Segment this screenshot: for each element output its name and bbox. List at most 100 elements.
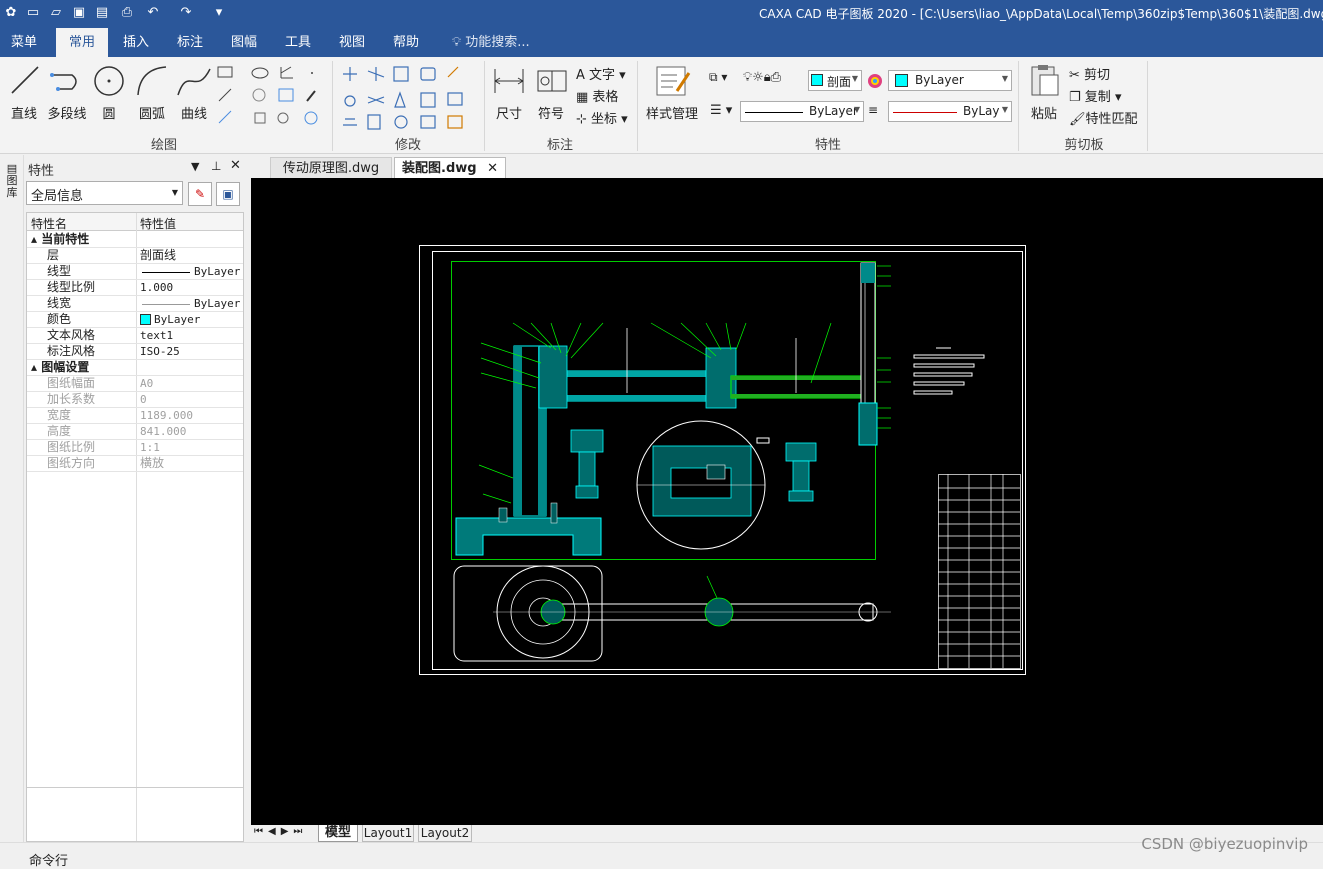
curve-label: 曲线	[180, 107, 207, 122]
description-divider	[27, 787, 243, 788]
tab-annotate[interactable]: 标注	[166, 28, 214, 57]
grid-header: 特性名 特性值	[27, 213, 243, 231]
scope-select[interactable]: 全局信息 ▼	[26, 181, 183, 205]
table-row: 图纸幅面 A0	[27, 376, 243, 392]
layer-state-icons: 💡︎☼🔒︎⎙	[743, 70, 782, 85]
table-row[interactable]: 标注风格 ISO-25	[27, 344, 243, 360]
table-row[interactable]: 线型比例 1.000	[27, 280, 243, 296]
property-name: 图纸方向	[47, 456, 96, 470]
modify-tools-icon[interactable]	[340, 63, 480, 133]
undo-icon[interactable]: ↶	[144, 4, 162, 22]
layout-tab-layout1[interactable]: Layout1	[362, 825, 414, 842]
app-logo-icon[interactable]: ✿	[2, 4, 20, 22]
table-row[interactable]: 文本风格 text1	[27, 328, 243, 344]
tab-sheet[interactable]: 图幅	[220, 28, 268, 57]
section-title: ▴ 图幅设置	[31, 360, 90, 374]
color-wheel-icon[interactable]	[866, 72, 884, 90]
copy-icon: ❐	[1069, 90, 1085, 105]
layer-manager-icon[interactable]: ⧉ ▾	[709, 70, 727, 85]
tab-common[interactable]: 常用	[56, 28, 108, 57]
side-strip: ▤ 图库	[0, 155, 24, 845]
lineweight-combo-value: ByLay	[963, 104, 1000, 118]
save-all-icon[interactable]: ▤	[93, 4, 111, 22]
properties-group-label: 特性	[814, 138, 841, 153]
layout-tab-layout2[interactable]: Layout2	[418, 825, 472, 842]
match-properties-button[interactable]: 🖌︎特性匹配	[1069, 108, 1138, 127]
close-icon[interactable]: ✕	[230, 158, 241, 173]
layout-nav-arrows-icon[interactable]: ⏮◀▶⏭	[254, 826, 307, 837]
layer-combo[interactable]: 剖面 ▼	[808, 70, 862, 91]
save-icon[interactable]: ▣	[70, 4, 88, 22]
lineweight-manager-icon[interactable]: ≡	[868, 103, 878, 117]
quick-select-icon[interactable]: ▣	[216, 182, 240, 206]
tab-menu[interactable]: 菜单	[0, 28, 48, 57]
section-title-sheet: 图幅设置	[41, 360, 90, 374]
property-value: text1	[140, 329, 174, 342]
curve-button[interactable]: 曲线	[174, 63, 214, 125]
redo-icon[interactable]: ↷	[177, 4, 195, 22]
dimension-button[interactable]: 尺寸	[490, 63, 528, 125]
doc-tab-transmission[interactable]: 传动原理图.dwg	[270, 157, 392, 179]
cut-button[interactable]: ✂ 剪切	[1069, 64, 1110, 83]
property-value: A0	[140, 377, 154, 390]
copy-label: 复制	[1084, 90, 1111, 105]
annotate-group-label: 标注	[546, 138, 573, 153]
copy-button[interactable]: ❐ 复制 ▾	[1069, 86, 1121, 105]
close-icon[interactable]: ✕	[487, 161, 498, 176]
column-header-value: 特性值	[140, 217, 177, 231]
assembly-drawing[interactable]	[251, 178, 1323, 825]
symbol-icon	[537, 70, 567, 92]
function-search[interactable]: 💡︎ 功能搜索...	[452, 28, 530, 57]
panel-menu-icon[interactable]: ▼	[191, 160, 199, 173]
property-value: 1:1	[140, 441, 160, 454]
library-side-tab[interactable]: ▤ 图库	[4, 163, 20, 199]
property-name: 标注风格	[47, 344, 96, 358]
symbol-button[interactable]: 符号	[532, 63, 570, 125]
table-row[interactable]: 层 剖面线	[27, 248, 243, 264]
polyline-button[interactable]: 多段线	[44, 63, 90, 125]
table-row[interactable]: 线型 ByLayer	[27, 264, 243, 280]
property-name: 图纸幅面	[47, 376, 96, 390]
line-button[interactable]: 直线	[4, 63, 44, 125]
arc-icon	[137, 66, 167, 96]
table-tool[interactable]: ▦ 表格	[576, 86, 618, 105]
group-divider	[1147, 61, 1148, 151]
tab-help[interactable]: 帮助	[382, 28, 430, 57]
draw-group-label: 绘图	[150, 138, 177, 153]
doc-tab-assembly[interactable]: 装配图.dwg ✕	[394, 157, 506, 179]
tab-view[interactable]: 视图	[328, 28, 376, 57]
color-combo-value: ByLayer	[915, 73, 964, 87]
color-combo[interactable]: ByLayer ▼	[888, 70, 1012, 91]
style-manager-button[interactable]: 样式管理	[643, 63, 701, 125]
section-row-sheet[interactable]: ▴ 图幅设置	[27, 360, 243, 376]
clear-selection-icon[interactable]: ✎	[188, 182, 212, 206]
property-value: 1.000	[140, 281, 174, 294]
table-row[interactable]: 线宽 ByLayer	[27, 296, 243, 312]
table-row[interactable]: 颜色 ByLayer	[27, 312, 243, 328]
property-value: 剖面线	[140, 248, 177, 262]
pin-icon[interactable]: ⊥	[211, 159, 221, 173]
command-line[interactable]: 命令行	[0, 842, 1323, 869]
style-manager-label: 样式管理	[645, 107, 698, 122]
new-file-icon[interactable]: ▭	[24, 4, 42, 22]
print-icon[interactable]: ⎙	[118, 4, 136, 22]
arc-button[interactable]: 圆弧	[132, 63, 172, 125]
tab-insert[interactable]: 插入	[112, 28, 160, 57]
draw-small-tools-icon[interactable]	[215, 63, 325, 133]
coordinate-tool[interactable]: ⊹ 坐标 ▾	[576, 108, 628, 127]
drawing-canvas[interactable]	[251, 178, 1323, 825]
lineweight-combo[interactable]: ByLay ▼	[888, 101, 1012, 122]
quick-access-menu-icon[interactable]: ▾	[210, 4, 228, 22]
vertical-rail	[858, 262, 878, 446]
section-row-current[interactable]: ▴ 当前特性	[27, 232, 243, 248]
paste-button[interactable]: 粘贴	[1024, 63, 1064, 125]
paste-icon	[1031, 65, 1059, 96]
tab-tools[interactable]: 工具	[274, 28, 322, 57]
text-tool[interactable]: A 文字 ▾	[576, 64, 626, 83]
linetype-combo[interactable]: ByLayer ▼	[740, 101, 864, 122]
linetype-manager-icon[interactable]: ☰ ▾	[710, 103, 732, 118]
chevron-down-icon: ▼	[853, 105, 860, 114]
open-file-icon[interactable]: ▱	[47, 4, 65, 22]
circle-button[interactable]: 圆	[90, 63, 128, 125]
layout-tab-model[interactable]: 模型	[318, 825, 358, 842]
